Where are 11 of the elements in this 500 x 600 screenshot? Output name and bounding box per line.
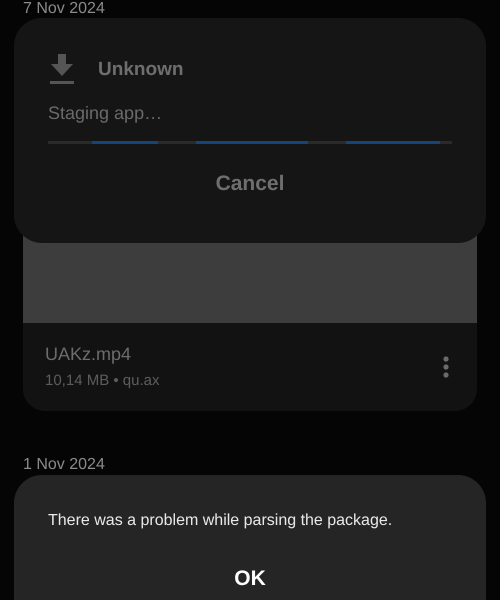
- file-name: UAKz.mp4: [45, 343, 132, 366]
- date-header: 1 Nov 2024: [23, 457, 106, 473]
- status-text: Staging app…: [48, 102, 164, 125]
- cancel-button[interactable]: Cancel: [200, 164, 300, 204]
- ok-button[interactable]: OK: [218, 559, 282, 598]
- download-icon: [48, 54, 76, 86]
- file-meta: 10,14 MB • qu.ax: [45, 371, 160, 391]
- error-message: There was a problem while parsing the package.: [47, 511, 392, 531]
- more-icon[interactable]: [443, 356, 449, 378]
- date-header: 7 Nov 2024: [23, 1, 106, 17]
- dialog-title: Unknown: [98, 58, 184, 82]
